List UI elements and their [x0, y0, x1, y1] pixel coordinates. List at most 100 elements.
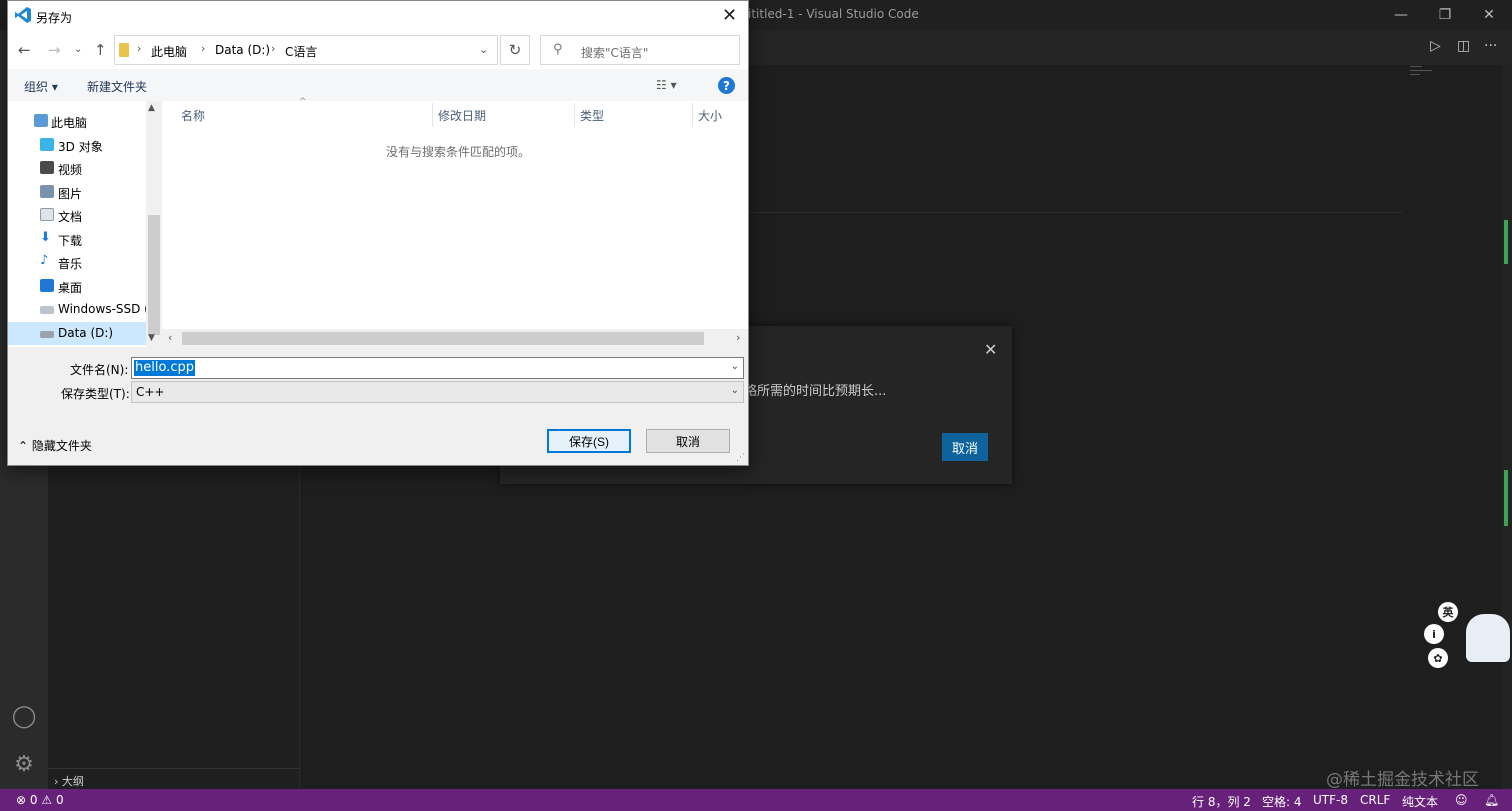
nav-item-desktop[interactable]: 桌面	[8, 275, 146, 298]
search-box[interactable]: ⚲ 搜索"C语言"	[540, 35, 740, 65]
feedback-icon[interactable]: ☺	[1455, 793, 1468, 807]
chevron-right-icon: ›	[54, 775, 59, 788]
navigation-row: ← → ⌄ ↑ › 此电脑 › Data (D:) › C语言 ⌄ ↻ ⚲ 搜索…	[8, 31, 748, 69]
chevron-right-icon[interactable]: ›	[271, 42, 275, 55]
nav-item-documents[interactable]: 文档	[8, 204, 146, 227]
notification-cancel-button[interactable]: 取消	[942, 433, 988, 461]
minimize-icon[interactable]: —	[1378, 0, 1424, 30]
scrollbar-thumb[interactable]	[148, 215, 160, 335]
status-bar: ⊗ 0 ⚠ 0 行 8，列 2 空格: 4 UTF-8 CRLF 纯文本 ☺ 🔔…	[0, 789, 1512, 811]
forward-arrow-icon[interactable]: →	[48, 41, 61, 59]
hide-folders-toggle[interactable]: ⌃ 隐藏文件夹	[18, 437, 92, 454]
status-indentation[interactable]: 空格: 4	[1262, 793, 1302, 810]
save-button[interactable]: 保存(S)	[547, 429, 631, 453]
nav-item-windows-ssd[interactable]: Windows-SSD (	[8, 298, 146, 321]
resize-grip-icon[interactable]: ⋰	[736, 453, 745, 463]
ime-mascot-icon	[1466, 614, 1510, 662]
error-icon: ⊗	[16, 793, 27, 807]
status-eol[interactable]: CRLF	[1360, 793, 1390, 807]
dialog-close-icon[interactable]: ✕	[722, 5, 737, 26]
chevron-down-icon[interactable]: ⌄	[479, 43, 488, 56]
minimap	[1410, 74, 1420, 75]
folder-icon	[119, 43, 129, 57]
back-arrow-icon[interactable]: ←	[18, 41, 31, 59]
notifications-bell-icon[interactable]: 🔔︎	[1484, 793, 1499, 807]
editor-scrollbar[interactable]	[1502, 65, 1512, 789]
cancel-button[interactable]: 取消	[646, 429, 730, 453]
warning-icon: ⚠	[41, 793, 53, 807]
breadcrumb-this-pc[interactable]: 此电脑	[151, 43, 187, 60]
dialog-title: 另存为	[36, 11, 73, 25]
vscode-window-title: ititled-1 - Visual Studio Code	[748, 7, 919, 21]
chevron-down-icon[interactable]: ⌄	[731, 385, 739, 396]
column-header-type[interactable]: 类型	[580, 107, 604, 124]
filename-input[interactable]: hello.cpp ⌄	[131, 357, 744, 379]
run-icon[interactable]: ▷	[1430, 38, 1441, 54]
scrollbar-marker	[1504, 470, 1508, 526]
empty-results-message: 没有与搜索条件匹配的项。	[386, 145, 531, 159]
nav-pane-scrollbar[interactable]: ▲ ▼	[146, 101, 160, 347]
scrollbar-marker	[1504, 220, 1508, 264]
file-list: ^ 名称 修改日期 类型 大小 没有与搜索条件匹配的项。 ‹ ›	[162, 97, 748, 347]
close-icon[interactable]: ✕	[1466, 0, 1512, 30]
scroll-right-icon[interactable]: ›	[736, 331, 740, 344]
scroll-up-icon[interactable]: ▲	[148, 103, 155, 113]
more-actions-icon[interactable]: ···	[1484, 38, 1497, 54]
address-bar[interactable]: › 此电脑 › Data (D:) › C语言 ⌄	[114, 35, 498, 65]
nav-item-videos[interactable]: 视频	[8, 157, 146, 180]
vscode-logo-icon	[15, 7, 31, 23]
up-arrow-icon[interactable]: ↑	[94, 41, 107, 59]
nav-item-3d-objects[interactable]: 3D 对象	[8, 134, 146, 157]
notification-close-icon[interactable]: ✕	[984, 340, 997, 359]
column-header-name[interactable]: 名称	[181, 107, 205, 124]
restore-icon[interactable]: ❐	[1422, 0, 1468, 30]
filetype-select[interactable]: C++ ⌄	[131, 381, 744, 403]
breadcrumb-data-drive[interactable]: Data (D:)	[215, 43, 270, 57]
download-icon: ⬇	[40, 230, 51, 245]
chevron-down-icon[interactable]: ⌄	[731, 361, 739, 372]
outline-label: 大纲	[61, 775, 84, 788]
help-icon[interactable]: ?	[718, 77, 735, 94]
refresh-icon[interactable]: ↻	[500, 35, 530, 65]
drive-icon	[40, 306, 54, 314]
nav-item-this-pc[interactable]: 此电脑	[8, 110, 146, 133]
settings-gear-icon[interactable]: ⚙	[10, 752, 38, 780]
nav-item-music[interactable]: ♪ 音乐	[8, 251, 146, 274]
column-separator[interactable]	[432, 103, 433, 127]
drive-icon	[40, 331, 54, 338]
minimap	[1410, 66, 1422, 67]
status-cursor-position[interactable]: 行 8，列 2	[1192, 793, 1251, 810]
column-header-date[interactable]: 修改日期	[438, 107, 486, 124]
column-separator[interactable]	[692, 103, 693, 127]
nav-item-pictures[interactable]: 图片	[8, 181, 146, 204]
chevron-right-icon[interactable]: ›	[137, 42, 141, 55]
account-icon[interactable]: ◯	[10, 704, 38, 732]
scrollbar-thumb[interactable]	[182, 332, 704, 345]
status-language[interactable]: 纯文本	[1402, 793, 1438, 810]
view-options-icon[interactable]: ☷ ▾	[656, 78, 677, 92]
chevron-right-icon[interactable]: ›	[201, 42, 205, 55]
ime-language-toggle[interactable]: 英	[1438, 602, 1458, 622]
scroll-left-icon[interactable]: ‹	[168, 331, 172, 344]
save-as-dialog: 另存为 ✕ ← → ⌄ ↑ › 此电脑 › Data (D:) › C语言 ⌄ …	[7, 0, 749, 466]
dialog-toolbar: 组织 ▾ 新建文件夹 ☷ ▾ ?	[8, 69, 748, 101]
outline-section[interactable]: › 大纲	[48, 768, 300, 789]
column-header-size[interactable]: 大小	[698, 107, 722, 124]
ime-settings-icon[interactable]: ✿	[1428, 648, 1448, 668]
new-folder-button[interactable]: 新建文件夹	[87, 78, 147, 95]
file-list-hscrollbar[interactable]: ‹ ›	[162, 329, 748, 347]
organize-button[interactable]: 组织 ▾	[24, 78, 58, 95]
ime-info-icon[interactable]: i	[1424, 624, 1444, 644]
status-encoding[interactable]: UTF-8	[1313, 793, 1348, 807]
dialog-titlebar[interactable]: 另存为 ✕	[8, 1, 748, 31]
recent-locations-chevron-icon[interactable]: ⌄	[74, 44, 82, 55]
nav-item-downloads[interactable]: ⬇ 下载	[8, 228, 146, 251]
breadcrumb-c-folder[interactable]: C语言	[285, 43, 317, 60]
split-editor-icon[interactable]: ◫	[1457, 38, 1470, 54]
nav-item-data-drive[interactable]: Data (D:)	[8, 322, 146, 345]
navigation-pane: 此电脑 3D 对象 视频 图片 文档 ⬇ 下载 ♪ 音乐 桌面 Windows-…	[8, 101, 160, 347]
status-problems[interactable]: ⊗ 0 ⚠ 0	[16, 793, 64, 807]
ime-widget[interactable]: 英 i ✿	[1424, 602, 1512, 670]
scroll-down-icon[interactable]: ▼	[148, 333, 155, 343]
column-separator[interactable]	[574, 103, 575, 127]
